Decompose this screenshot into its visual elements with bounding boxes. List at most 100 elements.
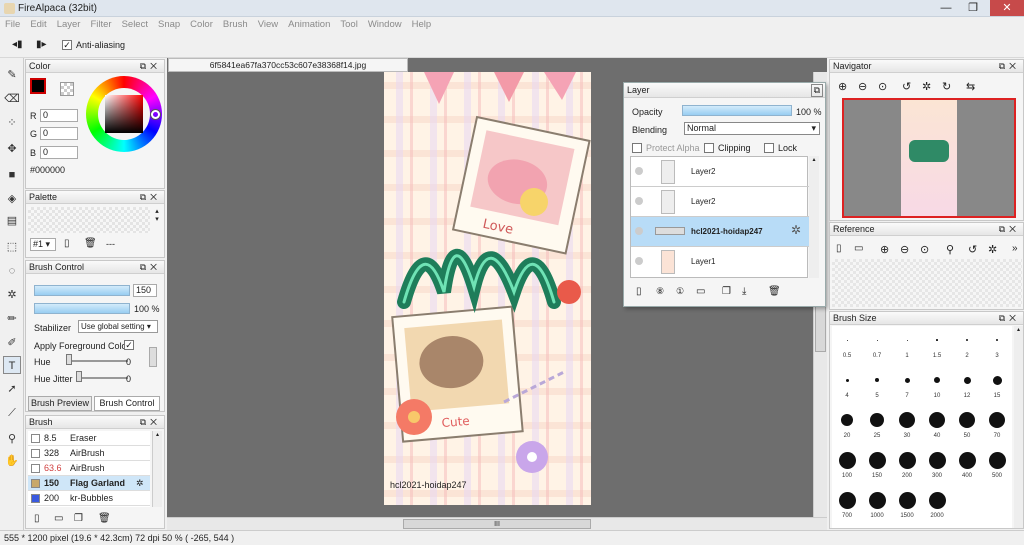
panel-buttons-icon[interactable]: ⧉✕ [140,416,161,429]
new-brush-icon[interactable]: ▯ [34,513,40,524]
layer-settings-icon[interactable]: ✲ [791,223,801,237]
navigator-preview[interactable] [842,98,1016,218]
hue-slider-track[interactable] [66,360,128,362]
zoom-reset-icon[interactable]: ⊙ [878,80,887,93]
clipping-checkbox[interactable] [704,142,714,153]
palette-swatch-area[interactable] [28,207,150,233]
panel-buttons-icon[interactable]: ⧉✕ [999,223,1020,236]
hue-jitter-thumb[interactable] [76,371,82,382]
ref-zoom-in-icon[interactable]: ⊕ [880,243,889,256]
rotate-right-icon[interactable]: ↻ [942,80,951,93]
new-8bit-layer-icon[interactable]: ⑧ [656,286,664,297]
new-layer-icon[interactable]: ▯ [636,286,642,297]
palette-number-select[interactable]: #1 ▾ [30,238,56,251]
menu-brush[interactable]: Brush [218,17,253,32]
merge-layer-icon[interactable]: ⤓ [742,286,746,297]
menu-file[interactable]: File [0,17,25,32]
brush-size-dot[interactable] [868,491,886,509]
menu-edit[interactable]: Edit [25,17,51,32]
document-tab[interactable]: 6f5841ea67fa370cc53c607e38368f14.jpg [168,58,408,72]
menu-view[interactable]: View [253,17,283,32]
layer-row[interactable]: Layer1 [631,247,809,277]
r-input[interactable]: 0 [40,109,78,122]
delete-palette-icon[interactable]: 🗑 [84,238,97,249]
brush-size-dot[interactable] [966,339,968,341]
b-input[interactable]: 0 [40,146,78,159]
pen-icon[interactable]: ✎ [3,66,21,84]
visibility-icon[interactable] [635,227,643,235]
brush-size-dot[interactable] [898,451,916,469]
brush-size-dot[interactable] [904,377,910,383]
brush-size-dot[interactable] [899,412,915,428]
brush-item[interactable]: 63.6 AirBrush [28,461,150,476]
ref-open-icon[interactable]: ▭ [854,243,863,254]
brush-size-dot[interactable] [928,451,946,469]
brush-size-dot[interactable] [876,339,878,341]
brush-size-dot[interactable] [936,339,938,341]
layer-opacity-bar[interactable] [682,105,792,116]
menu-help[interactable]: Help [407,17,437,32]
brush-size-dot[interactable] [868,451,886,469]
foreground-color-swatch[interactable] [30,78,46,94]
brush-size-dot[interactable] [992,375,1002,385]
next-frame-icon[interactable]: ▮▸ [36,39,47,50]
brush-size-dot[interactable] [988,451,1006,469]
lasso-icon[interactable]: ◌ [3,262,21,280]
canvas-h-scrollbar[interactable]: III [167,517,827,530]
brush-list-scrollbar[interactable]: ▴ [152,431,162,507]
select-pen-icon[interactable]: ✏ [3,310,21,328]
menu-layer[interactable]: Layer [52,17,86,32]
ref-zoom-reset-icon[interactable]: ⊙ [920,243,929,256]
brush-item[interactable]: 8.5 Eraser [28,431,150,446]
brush-size-dot[interactable] [989,412,1005,428]
fill-rect-icon[interactable]: ■ [3,166,21,184]
brush-settings-icon[interactable]: ✲ [136,476,144,491]
menu-snap[interactable]: Snap [153,17,185,32]
brush-size-dot[interactable] [841,414,853,426]
brush-size-dot[interactable] [875,378,879,382]
ref-new-icon[interactable]: ▯ [836,243,842,254]
menu-window[interactable]: Window [363,17,407,32]
palette-scrollbar[interactable]: ▴ ▾ [152,207,162,233]
brush-folder-icon[interactable]: ▭ [54,513,63,524]
layer-row[interactable]: Layer2 [631,157,809,187]
brush-size-dot[interactable] [928,491,946,509]
h-scroll-thumb[interactable]: III [403,519,591,529]
maximize-button[interactable]: ❐ [960,0,986,16]
brush-size-dot[interactable] [898,491,916,509]
select-eraser-icon[interactable]: ✐ [3,334,21,352]
divide-icon[interactable]: ⟋ [3,404,21,422]
close-button[interactable]: ✕ [990,0,1024,16]
panel-buttons-icon[interactable]: ⧉✕ [140,261,161,274]
saturation-box[interactable] [105,95,143,133]
move-icon[interactable]: ✥ [3,140,21,158]
panel-buttons-icon[interactable]: ⧉✕ [999,60,1020,73]
background-color-swatch[interactable] [60,82,74,96]
brush-size-input[interactable]: 150 [133,284,157,297]
operation-icon[interactable]: ➚ [3,380,21,398]
brush-control-scrollbar[interactable] [149,347,157,367]
blending-select[interactable]: Normal ▾ [684,122,820,135]
brush-size-dot[interactable] [838,491,856,509]
new-1bit-layer-icon[interactable]: ① [676,286,684,297]
layer-row-selected[interactable]: hcl2021-hoidap247 ✲ [631,217,809,247]
brush-size-dot[interactable] [838,451,856,469]
eraser-icon[interactable]: ⌫ [3,90,21,108]
brush-size-dot[interactable] [846,339,848,341]
layer-panel-close-icon[interactable]: ⧉ [810,84,823,97]
tab-brush-preview[interactable]: Brush Preview [28,396,92,411]
brush-item[interactable]: 328 AirBrush [28,446,150,461]
layer-row[interactable]: Layer2 [631,187,809,217]
brush-size-dot[interactable] [934,377,940,383]
delete-brush-icon[interactable]: 🗑 [98,513,111,524]
brush-size-dot[interactable] [959,412,975,428]
select-icon[interactable]: ⬚ [3,238,21,256]
brush-size-dot[interactable] [906,339,908,341]
ref-rotate-reset-icon[interactable]: ✲ [988,243,997,256]
visibility-icon[interactable] [635,167,643,175]
ref-more-icon[interactable]: » [1012,243,1018,254]
ref-eyedropper-icon[interactable]: ⚲ [946,243,954,256]
brush-size-dot[interactable] [963,376,971,384]
menu-animation[interactable]: Animation [283,17,335,32]
protect-alpha-checkbox[interactable] [632,142,642,153]
